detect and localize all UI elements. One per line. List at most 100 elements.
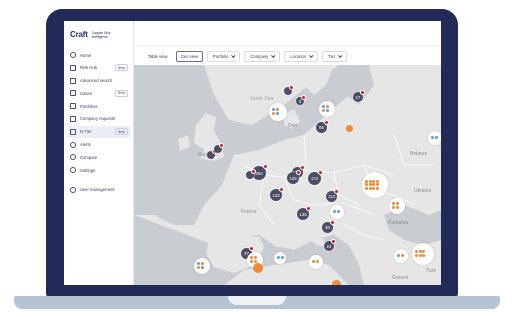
sidebar-item-risk-hub[interactable]: Risk Hub Beta — [68, 62, 130, 74]
tier-dropdown-label: Tier — [328, 53, 336, 59]
alert-flag-icon — [334, 189, 339, 194]
supplier-group-marker[interactable] — [394, 249, 408, 263]
supplier-dot — [197, 262, 200, 266]
supplier-group-marker[interactable] — [194, 258, 210, 274]
cluster-count: 172 — [310, 176, 319, 181]
map-cluster-marker[interactable] — [284, 85, 294, 95]
map-label-den: Den — [288, 123, 298, 129]
supplier-dot — [272, 112, 275, 115]
brand-tagline: Supplier Risk Intelligence — [91, 31, 111, 39]
brand-logo[interactable]: Craft — [70, 30, 88, 39]
supplier-dot — [275, 108, 279, 112]
supplier-group-marker[interactable] — [269, 103, 287, 121]
supplier-group-marker[interactable] — [319, 101, 335, 117]
supplier-dot — [395, 202, 399, 206]
sidebar-item-settings[interactable]: Settings — [68, 164, 130, 176]
sidebar-item-portfolios[interactable]: Portfolios — [68, 100, 130, 112]
sidebar-item-label: N-Tier — [80, 129, 92, 135]
supplier-dot — [375, 179, 379, 183]
sidebar-item-label: Risk Hub — [80, 65, 97, 71]
sidebar-item-label: Alerts — [80, 142, 91, 148]
geo-view-button[interactable]: Geo view — [175, 50, 204, 62]
sidebar-item-home[interactable]: Home — [68, 49, 130, 61]
cluster-count: 254 — [255, 170, 263, 176]
map-cluster-marker[interactable]: 125 — [287, 170, 301, 184]
supplier-group-marker[interactable] — [428, 131, 441, 145]
map-cluster-marker[interactable]: 3 — [296, 95, 306, 105]
beta-badge: Beta — [115, 128, 128, 136]
supplier-dot — [415, 254, 418, 257]
map-cluster-marker[interactable] — [207, 149, 217, 159]
map-cluster-marker[interactable] — [246, 169, 256, 179]
supplier-dot — [250, 256, 253, 260]
map-cluster-marker[interactable]: 135 — [297, 206, 311, 220]
sidebar-item-compare[interactable]: Compare — [68, 151, 130, 163]
alert-flag-icon — [219, 143, 224, 148]
single-supplier-marker[interactable] — [346, 125, 353, 132]
supplier-group-marker[interactable] — [274, 252, 286, 264]
supplier-dot — [418, 254, 422, 257]
cluster-count: 135 — [299, 211, 307, 217]
supplier-dot — [253, 256, 257, 260]
view-toolbar: Table view Geo view Portfolio Company Lo… — [134, 47, 441, 65]
supplier-dot — [422, 254, 426, 257]
alert-flag-icon — [296, 170, 301, 175]
supplier-group-marker[interactable] — [330, 205, 344, 219]
supplier-dot — [372, 183, 376, 187]
supplier-dot — [315, 260, 319, 264]
supplier-dot — [325, 105, 329, 109]
sidebar-item-company-requests[interactable]: Company requests — [68, 113, 130, 125]
company-dropdown[interactable]: Company — [244, 50, 281, 62]
sidebar-item-label: Portfolios — [80, 103, 98, 109]
single-supplier-marker[interactable] — [332, 280, 341, 285]
home-icon — [70, 52, 76, 58]
alert-flag-icon — [279, 187, 284, 192]
portfolios-icon — [70, 103, 76, 110]
location-dropdown[interactable]: Location — [284, 50, 319, 62]
risk-hub-icon — [70, 64, 76, 71]
supplier-dot — [322, 109, 325, 112]
tier-dropdown[interactable]: Tier — [322, 50, 348, 62]
user-management-icon — [70, 186, 76, 193]
map-cluster-marker[interactable] — [214, 143, 224, 153]
supplier-group-marker[interactable] — [309, 255, 323, 269]
map-cluster-marker[interactable]: 172 — [308, 170, 323, 185]
portfolio-dropdown-label: Portfolio — [213, 53, 229, 59]
map-cluster-marker[interactable]: 113 — [326, 189, 339, 202]
supplier-dot — [418, 250, 422, 254]
sidebar-item-label: Company requests — [80, 116, 116, 122]
map-cluster-marker[interactable]: 133 — [270, 187, 284, 201]
sidebar-item-n-tier[interactable]: N-Tier Beta — [68, 125, 130, 138]
map-cluster-marker[interactable]: 66 — [316, 120, 329, 133]
chevron-down-icon — [309, 53, 314, 58]
geo-map[interactable]: North Sea Kingdom France Belarus Ukraine… — [134, 65, 441, 285]
supplier-group-marker[interactable] — [412, 243, 434, 265]
map-cluster-marker[interactable]: 27 — [353, 90, 365, 102]
sidebar-item-alerts[interactable]: Alerts — [68, 139, 130, 151]
alert-flag-icon — [249, 246, 254, 251]
sidebar-item-cases[interactable]: Cases Beta — [68, 87, 130, 99]
map-cluster-marker[interactable]: 30 — [322, 220, 335, 233]
single-supplier-marker[interactable] — [253, 263, 263, 273]
sidebar: Craft Supplier Risk Intelligence Home Ris… — [64, 21, 134, 285]
map-label-france: France — [241, 209, 257, 215]
supplier-dot — [277, 256, 280, 260]
alert-flag-icon — [301, 95, 306, 100]
supplier-dot — [368, 183, 372, 187]
alert-flag-icon — [251, 169, 256, 174]
sidebar-item-advanced-search[interactable]: Advanced search — [68, 75, 130, 87]
sidebar-item-user-management[interactable]: User management — [68, 184, 130, 196]
cluster-count: 30 — [325, 225, 330, 230]
beta-badge: Beta — [115, 64, 128, 72]
supplier-dot — [280, 256, 284, 260]
supplier-group-marker[interactable] — [362, 172, 388, 198]
portfolio-dropdown[interactable]: Portfolio — [207, 50, 241, 62]
table-view-button[interactable]: Table view — [144, 52, 172, 61]
map-cluster-marker[interactable]: 24 — [324, 239, 336, 251]
supplier-dot — [365, 179, 368, 183]
sidebar-item-label: Settings — [80, 167, 96, 173]
supplier-group-marker[interactable] — [389, 198, 405, 214]
supplier-dot — [372, 186, 376, 190]
brand[interactable]: Craft Supplier Risk Intelligence — [70, 30, 120, 39]
